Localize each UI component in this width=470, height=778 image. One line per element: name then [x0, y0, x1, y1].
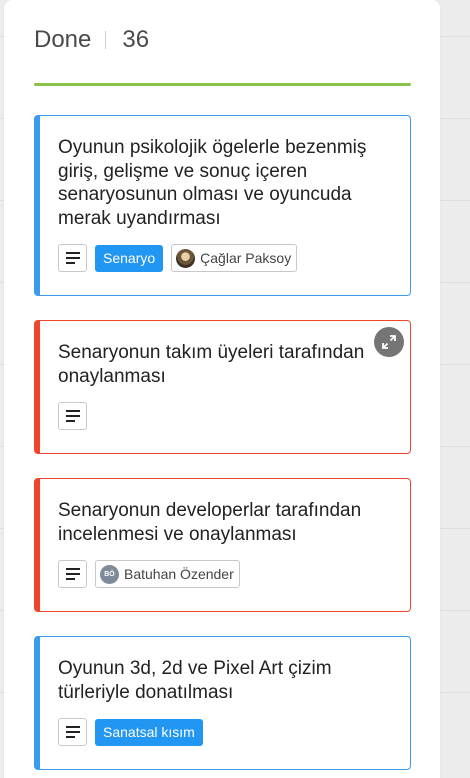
task-card[interactable]: Senaryonun developerlar tarafından incel…	[34, 478, 411, 612]
task-card[interactable]: Oyunun psikolojik ögelerle bezenmiş giri…	[34, 115, 411, 296]
card-title: Senaryonun developerlar tarafından incel…	[58, 500, 362, 545]
card-footer: Sanatsal kısım	[58, 718, 203, 746]
card-title: Senaryonun takım üyeleri tarafından onay…	[58, 342, 365, 387]
description-icon[interactable]	[58, 718, 87, 746]
description-icon[interactable]	[58, 560, 87, 588]
member-name: Batuhan Özender	[124, 566, 234, 582]
description-icon[interactable]	[58, 402, 87, 430]
card-label[interactable]: Sanatsal kısım	[95, 718, 203, 746]
column-count: 36	[122, 26, 150, 53]
description-icon[interactable]	[58, 244, 87, 272]
card-footer	[58, 402, 87, 430]
card-footer: BÖ Batuhan Özender	[58, 560, 240, 588]
task-card[interactable]: Senaryonun takım üyeleri tarafından onay…	[34, 320, 411, 454]
avatar	[176, 248, 196, 268]
member-name: Çağlar Paksoy	[200, 250, 292, 266]
card-label[interactable]: Senaryo	[95, 244, 164, 272]
card-title: Oyunun 3d, 2d ve Pixel Art çizim türleri…	[58, 658, 332, 703]
column-header: Done 36	[34, 26, 149, 54]
card-member[interactable]: BÖ Batuhan Özender	[95, 560, 240, 588]
avatar: BÖ	[100, 564, 119, 584]
column-title: Done	[34, 26, 92, 53]
card-title: Oyunun psikolojik ögelerle bezenmiş giri…	[58, 137, 367, 229]
card-footer: Senaryo Çağlar Paksoy	[58, 244, 298, 272]
header-separator	[105, 31, 107, 49]
task-card[interactable]: Oyunun 3d, 2d ve Pixel Art çizim türleri…	[34, 636, 411, 770]
card-member[interactable]: Çağlar Paksoy	[171, 244, 298, 272]
column-status-bar	[34, 83, 411, 86]
done-column: Done 36 Oyunun psikolojik ögelerle bezen…	[4, 0, 440, 778]
